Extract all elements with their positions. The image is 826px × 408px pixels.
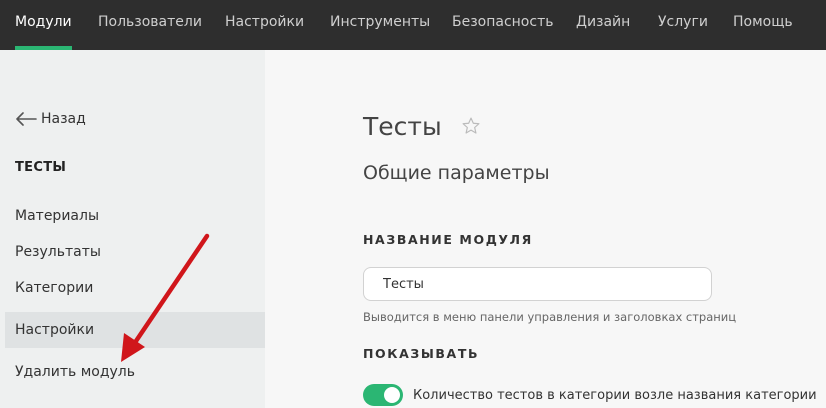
category-count-setting: Количество тестов в категории возле назв… — [363, 384, 817, 406]
nav-item-help[interactable]: Помощь — [733, 0, 793, 46]
nav-item-design[interactable]: Дизайн — [576, 0, 630, 46]
sidebar: Назад ТЕСТЫ Материалы Результаты Категор… — [0, 50, 265, 408]
sidebar-section-title: ТЕСТЫ — [15, 160, 67, 175]
sidebar-item-categories[interactable]: Категории — [0, 270, 265, 306]
nav-item-modules[interactable]: Модули — [15, 0, 72, 50]
back-label: Назад — [41, 111, 86, 127]
nav-item-users[interactable]: Пользователи — [98, 0, 202, 46]
category-count-toggle-label: Количество тестов в категории возле назв… — [413, 387, 817, 403]
toggle-knob — [384, 387, 400, 403]
arrow-left-icon — [15, 112, 37, 126]
nav-item-services[interactable]: Услуги — [658, 0, 708, 46]
module-name-input[interactable] — [363, 267, 712, 301]
category-count-toggle[interactable] — [363, 384, 403, 406]
module-name-label: НАЗВАНИЕ МОДУЛЯ — [363, 232, 533, 247]
section-subtitle: Общие параметры — [363, 162, 550, 184]
star-outline-icon[interactable] — [461, 116, 481, 140]
sidebar-item-results[interactable]: Результаты — [0, 234, 265, 270]
main-content: Тесты Общие параметры НАЗВАНИЕ МОДУЛЯ Вы… — [265, 50, 826, 408]
sidebar-item-settings[interactable]: Настройки — [5, 312, 265, 348]
show-label: ПОКАЗЫВАТЬ — [363, 346, 480, 361]
sidebar-item-delete-module[interactable]: Удалить модуль — [0, 354, 265, 390]
page-title: Тесты — [363, 112, 442, 141]
sidebar-item-materials[interactable]: Материалы — [0, 198, 265, 234]
nav-item-security[interactable]: Безопасность — [452, 0, 553, 46]
module-name-hint: Выводится в меню панели управления и заг… — [363, 310, 737, 324]
top-navigation: Модули Пользователи Настройки Инструмент… — [0, 0, 826, 50]
nav-item-settings[interactable]: Настройки — [225, 0, 304, 46]
nav-item-tools[interactable]: Инструменты — [330, 0, 430, 46]
back-link[interactable]: Назад — [15, 109, 86, 129]
